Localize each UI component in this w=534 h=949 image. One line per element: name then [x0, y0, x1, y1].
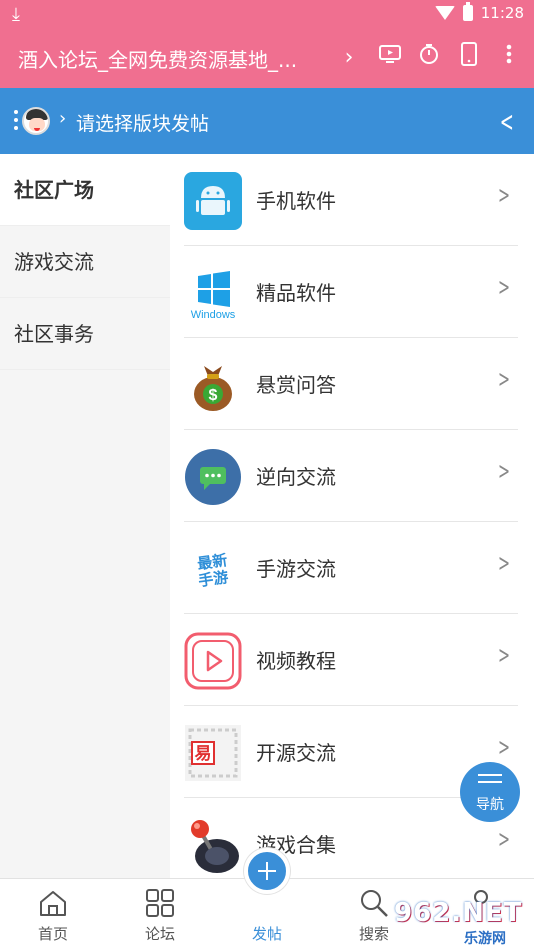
forum-name: 悬赏问答: [256, 373, 336, 397]
status-time: 11:28: [480, 4, 524, 22]
chevron-right-icon: >: [497, 365, 510, 393]
chevron-right-icon[interactable]: ›: [338, 45, 360, 70]
sidebar-item-community-square[interactable]: 社区广场: [0, 154, 170, 226]
tab-label: 发帖: [251, 925, 282, 943]
chevron-right-icon: >: [497, 641, 510, 669]
page-title: 酒入论坛_全网免费资源基地_...: [18, 48, 298, 72]
tab-forum[interactable]: 论坛: [107, 879, 213, 949]
chat-bubble-icon: [184, 448, 242, 506]
watermark-subtext: 乐游网: [464, 931, 506, 947]
avatar[interactable]: [22, 107, 50, 135]
android-icon: [184, 172, 242, 230]
category-sidebar: 社区广场 游戏交流 社区事务: [0, 154, 170, 878]
wifi-icon: [434, 6, 455, 20]
forum-name: 视频教程: [256, 649, 336, 673]
home-icon: [40, 891, 66, 916]
sidebar-item-community-affairs[interactable]: 社区事务: [0, 298, 170, 370]
list-item[interactable]: $ 悬赏问答 >: [170, 338, 534, 430]
money-bag-icon: $: [184, 356, 242, 414]
menu-icon: [478, 774, 502, 788]
timer-icon[interactable]: [418, 43, 440, 71]
section-title: 请选择版块发帖: [76, 113, 210, 135]
watermark-logo: 962.NET 乐游网: [394, 898, 534, 947]
sidebar-item-game-exchange[interactable]: 游戏交流: [0, 226, 170, 298]
section-header: › 请选择版块发帖 <: [0, 88, 534, 154]
joystick-icon: [184, 816, 242, 874]
download-icon: ⤓: [12, 4, 20, 25]
windows-icon: Windows: [184, 264, 242, 322]
navigation-fab[interactable]: 导航: [460, 762, 520, 822]
drag-handle-icon[interactable]: [14, 110, 20, 134]
chevron-right-icon: >: [497, 733, 510, 761]
mobile-game-icon: 最新 手游: [184, 540, 242, 598]
chevron-right-icon: >: [497, 181, 510, 209]
svg-text:$: $: [209, 387, 218, 404]
tab-label: 论坛: [144, 925, 175, 943]
list-item[interactable]: 视频教程 >: [170, 614, 534, 706]
watermark-text: 962.NET: [394, 898, 523, 928]
forum-name: 手游交流: [256, 557, 336, 581]
list-item[interactable]: Windows 精品软件 >: [170, 246, 534, 338]
open-source-icon: 易: [184, 724, 242, 782]
chevron-right-icon: >: [497, 825, 510, 853]
battery-icon: [462, 2, 473, 21]
forum-name: 手机软件: [256, 189, 336, 213]
breadcrumb-chevron-icon: ›: [59, 108, 67, 129]
list-item[interactable]: 最新 手游 手游交流 >: [170, 522, 534, 614]
chevron-right-icon: >: [497, 273, 510, 301]
title-bar: 酒入论坛_全网免费资源基地_... ›: [0, 28, 534, 88]
forum-name: 逆向交流: [256, 465, 336, 489]
svg-text:易: 易: [195, 744, 212, 764]
cast-screen-icon[interactable]: [378, 43, 401, 71]
chevron-right-icon: >: [497, 457, 510, 485]
list-item[interactable]: 手机软件 >: [170, 154, 534, 246]
search-icon: [361, 890, 388, 917]
grid-icon: [146, 889, 174, 917]
svg-text:Windows: Windows: [191, 309, 236, 321]
svg-text:手游: 手游: [197, 568, 229, 590]
forum-name: 开源交流: [256, 741, 336, 765]
video-play-icon: [184, 632, 242, 690]
more-vertical-icon[interactable]: [498, 43, 520, 71]
plus-icon[interactable]: [244, 848, 290, 894]
forum-name: 精品软件: [256, 281, 336, 305]
chevron-right-icon: >: [497, 549, 510, 577]
phone-icon[interactable]: [458, 42, 480, 72]
fab-label: 导航: [476, 797, 504, 813]
tab-home[interactable]: 首页: [0, 879, 106, 949]
tab-label: 首页: [37, 925, 68, 943]
status-bar: ⤓ 11:28: [0, 0, 534, 28]
chevron-left-icon[interactable]: <: [499, 105, 513, 138]
list-item[interactable]: 逆向交流 >: [170, 430, 534, 522]
